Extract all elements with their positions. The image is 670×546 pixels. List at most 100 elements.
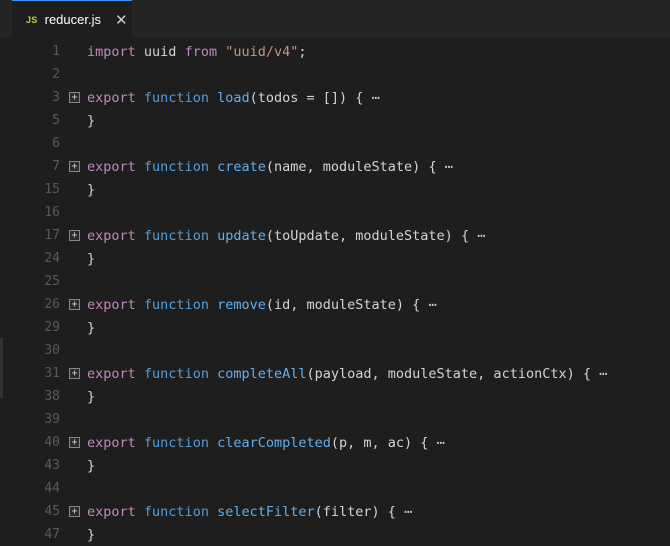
code-line[interactable]: 1 import uuid from "uuid/v4"; bbox=[0, 40, 670, 63]
tab-reducer-js[interactable]: JS reducer.js ✕ bbox=[12, 0, 132, 38]
code-text: } bbox=[87, 527, 95, 543]
folded-ellipsis: ⋯ bbox=[436, 434, 445, 451]
folded-ellipsis: ⋯ bbox=[428, 296, 437, 313]
open-brace: { bbox=[347, 89, 364, 106]
code-line[interactable]: 7 + export function create(name, moduleSta… bbox=[0, 155, 670, 178]
function-params: (payload, moduleState, actionCtx) bbox=[306, 365, 575, 382]
code-line[interactable]: 43} bbox=[0, 454, 670, 477]
line-number: 15 bbox=[44, 182, 60, 197]
keyword-function: function bbox=[143, 158, 209, 175]
keyword-function: function bbox=[143, 296, 209, 313]
line-number: 26 bbox=[44, 297, 60, 312]
line-number: 39 bbox=[44, 412, 60, 427]
tab-label: reducer.js bbox=[44, 12, 101, 27]
code-line[interactable]: 38} bbox=[0, 385, 670, 408]
folded-ellipsis: ⋯ bbox=[599, 365, 608, 382]
tab-bar: JS reducer.js ✕ bbox=[0, 0, 670, 38]
open-brace: { bbox=[420, 158, 437, 175]
close-brace: } bbox=[87, 112, 96, 129]
code-text: import uuid from "uuid/v4"; bbox=[87, 44, 307, 60]
fold-expand-icon[interactable]: + bbox=[69, 299, 80, 310]
folded-ellipsis: ⋯ bbox=[444, 158, 453, 175]
code-text: export function create(name, moduleState… bbox=[87, 159, 453, 175]
code-line[interactable]: 15} bbox=[0, 178, 670, 201]
fold-expand-icon[interactable]: + bbox=[69, 230, 80, 241]
close-brace: } bbox=[87, 319, 96, 336]
code-line[interactable]: 45 + export function selectFilter(filter) … bbox=[0, 500, 670, 523]
function-params: (todos = []) bbox=[249, 89, 348, 106]
folded-ellipsis: ⋯ bbox=[477, 227, 486, 244]
line-number: 2 bbox=[52, 67, 60, 82]
code-text: export function completeAll(payload, mod… bbox=[87, 366, 607, 382]
function-name: update bbox=[217, 227, 266, 244]
code-line[interactable]: 40 + export function clearCompleted(p, m, … bbox=[0, 431, 670, 454]
line-number: 44 bbox=[44, 481, 60, 496]
line-number: 40 bbox=[44, 435, 60, 450]
code-line[interactable]: 25 bbox=[0, 270, 670, 293]
code-line[interactable]: 3 + export function load(todos = []) { ⋯ bbox=[0, 86, 670, 109]
code-line[interactable]: 29} bbox=[0, 316, 670, 339]
code-line[interactable]: 44 bbox=[0, 477, 670, 500]
code-text: export function update(toUpdate, moduleS… bbox=[87, 228, 485, 244]
line-number: 47 bbox=[44, 527, 60, 542]
fold-expand-icon[interactable]: + bbox=[69, 506, 80, 517]
function-params: (name, moduleState) bbox=[265, 158, 421, 175]
code-text: } bbox=[87, 251, 95, 267]
close-icon[interactable]: ✕ bbox=[115, 11, 128, 29]
keyword-function: function bbox=[143, 365, 209, 382]
line-number: 16 bbox=[44, 205, 60, 220]
fold-expand-icon[interactable]: + bbox=[69, 92, 80, 103]
code-line[interactable]: 2 bbox=[0, 63, 670, 86]
identifier: uuid bbox=[143, 43, 177, 60]
code-line[interactable]: 39 bbox=[0, 408, 670, 431]
line-number: 1 bbox=[52, 44, 60, 59]
code-line[interactable]: 17 + export function update(toUpdate, modu… bbox=[0, 224, 670, 247]
code-line[interactable]: 5} bbox=[0, 109, 670, 132]
keyword-export: export bbox=[87, 434, 136, 451]
function-params: (p, m, ac) bbox=[330, 434, 413, 451]
folded-ellipsis: ⋯ bbox=[404, 503, 413, 520]
function-name: selectFilter bbox=[217, 503, 315, 520]
code-text: } bbox=[87, 182, 95, 198]
code-line[interactable]: 30 bbox=[0, 339, 670, 362]
code-text: export function clearCompleted(p, m, ac)… bbox=[87, 435, 445, 451]
open-brace: { bbox=[379, 503, 396, 520]
open-brace: { bbox=[404, 296, 421, 313]
close-brace: } bbox=[87, 250, 96, 267]
line-number: 29 bbox=[44, 320, 60, 335]
code-line[interactable]: 26 + export function remove(id, moduleStat… bbox=[0, 293, 670, 316]
fold-expand-icon[interactable]: + bbox=[69, 437, 80, 448]
keyword-export: export bbox=[87, 158, 136, 175]
code-line[interactable]: 16 bbox=[0, 201, 670, 224]
line-number: 3 bbox=[52, 90, 60, 105]
line-number: 5 bbox=[52, 113, 60, 128]
punctuation: ; bbox=[298, 43, 307, 60]
code-editor[interactable]: 1 import uuid from "uuid/v4"; 2 3 + export fu… bbox=[0, 38, 670, 543]
keyword-function: function bbox=[143, 503, 209, 520]
string-literal: "uuid/v4" bbox=[225, 43, 299, 60]
function-name: load bbox=[217, 89, 250, 106]
line-number: 24 bbox=[44, 251, 60, 266]
code-line[interactable]: 47} bbox=[0, 523, 670, 546]
code-text: } bbox=[87, 113, 95, 129]
close-brace: } bbox=[87, 457, 96, 474]
open-brace: { bbox=[412, 434, 429, 451]
keyword-export: export bbox=[87, 227, 136, 244]
code-line[interactable]: 24} bbox=[0, 247, 670, 270]
function-params: (id, moduleState) bbox=[265, 296, 405, 313]
line-number: 45 bbox=[44, 504, 60, 519]
keyword-function: function bbox=[143, 227, 209, 244]
code-text: } bbox=[87, 458, 95, 474]
fold-expand-icon[interactable]: + bbox=[69, 161, 80, 172]
code-line[interactable]: 31 + export function completeAll(payload, … bbox=[0, 362, 670, 385]
line-number: 17 bbox=[44, 228, 60, 243]
folded-ellipsis: ⋯ bbox=[371, 89, 380, 106]
code-text: export function remove(id, moduleState) … bbox=[87, 297, 437, 313]
javascript-file-icon: JS bbox=[26, 14, 38, 25]
fold-expand-icon[interactable]: + bbox=[69, 368, 80, 379]
line-number: 31 bbox=[44, 366, 60, 381]
line-number: 38 bbox=[44, 389, 60, 404]
code-line[interactable]: 6 bbox=[0, 132, 670, 155]
function-name: clearCompleted bbox=[217, 434, 331, 451]
code-text: export function selectFilter(filter) { ⋯ bbox=[87, 504, 412, 520]
